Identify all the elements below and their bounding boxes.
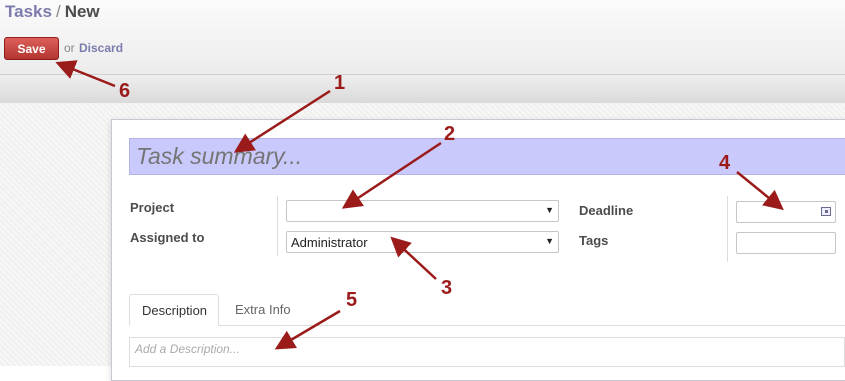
annotation-overlay: 1 2 3 4 5 6 — [55, 60, 784, 350]
annotation-arrow-3 — [390, 236, 437, 280]
annotation-arrow-5 — [274, 309, 341, 350]
annotation-arrow-4 — [736, 171, 784, 211]
annotation-label-5: 5 — [346, 289, 357, 311]
annotation-label-3: 3 — [441, 277, 452, 299]
annotation-arrow-1 — [233, 89, 331, 153]
annotation-arrow-6 — [55, 60, 116, 88]
annotation-label-1: 1 — [334, 72, 345, 94]
annotation-label-4: 4 — [719, 152, 731, 174]
annotation-label-2: 2 — [444, 123, 455, 145]
annotation-arrow-2 — [341, 141, 442, 209]
annotation-label-6: 6 — [119, 80, 130, 102]
